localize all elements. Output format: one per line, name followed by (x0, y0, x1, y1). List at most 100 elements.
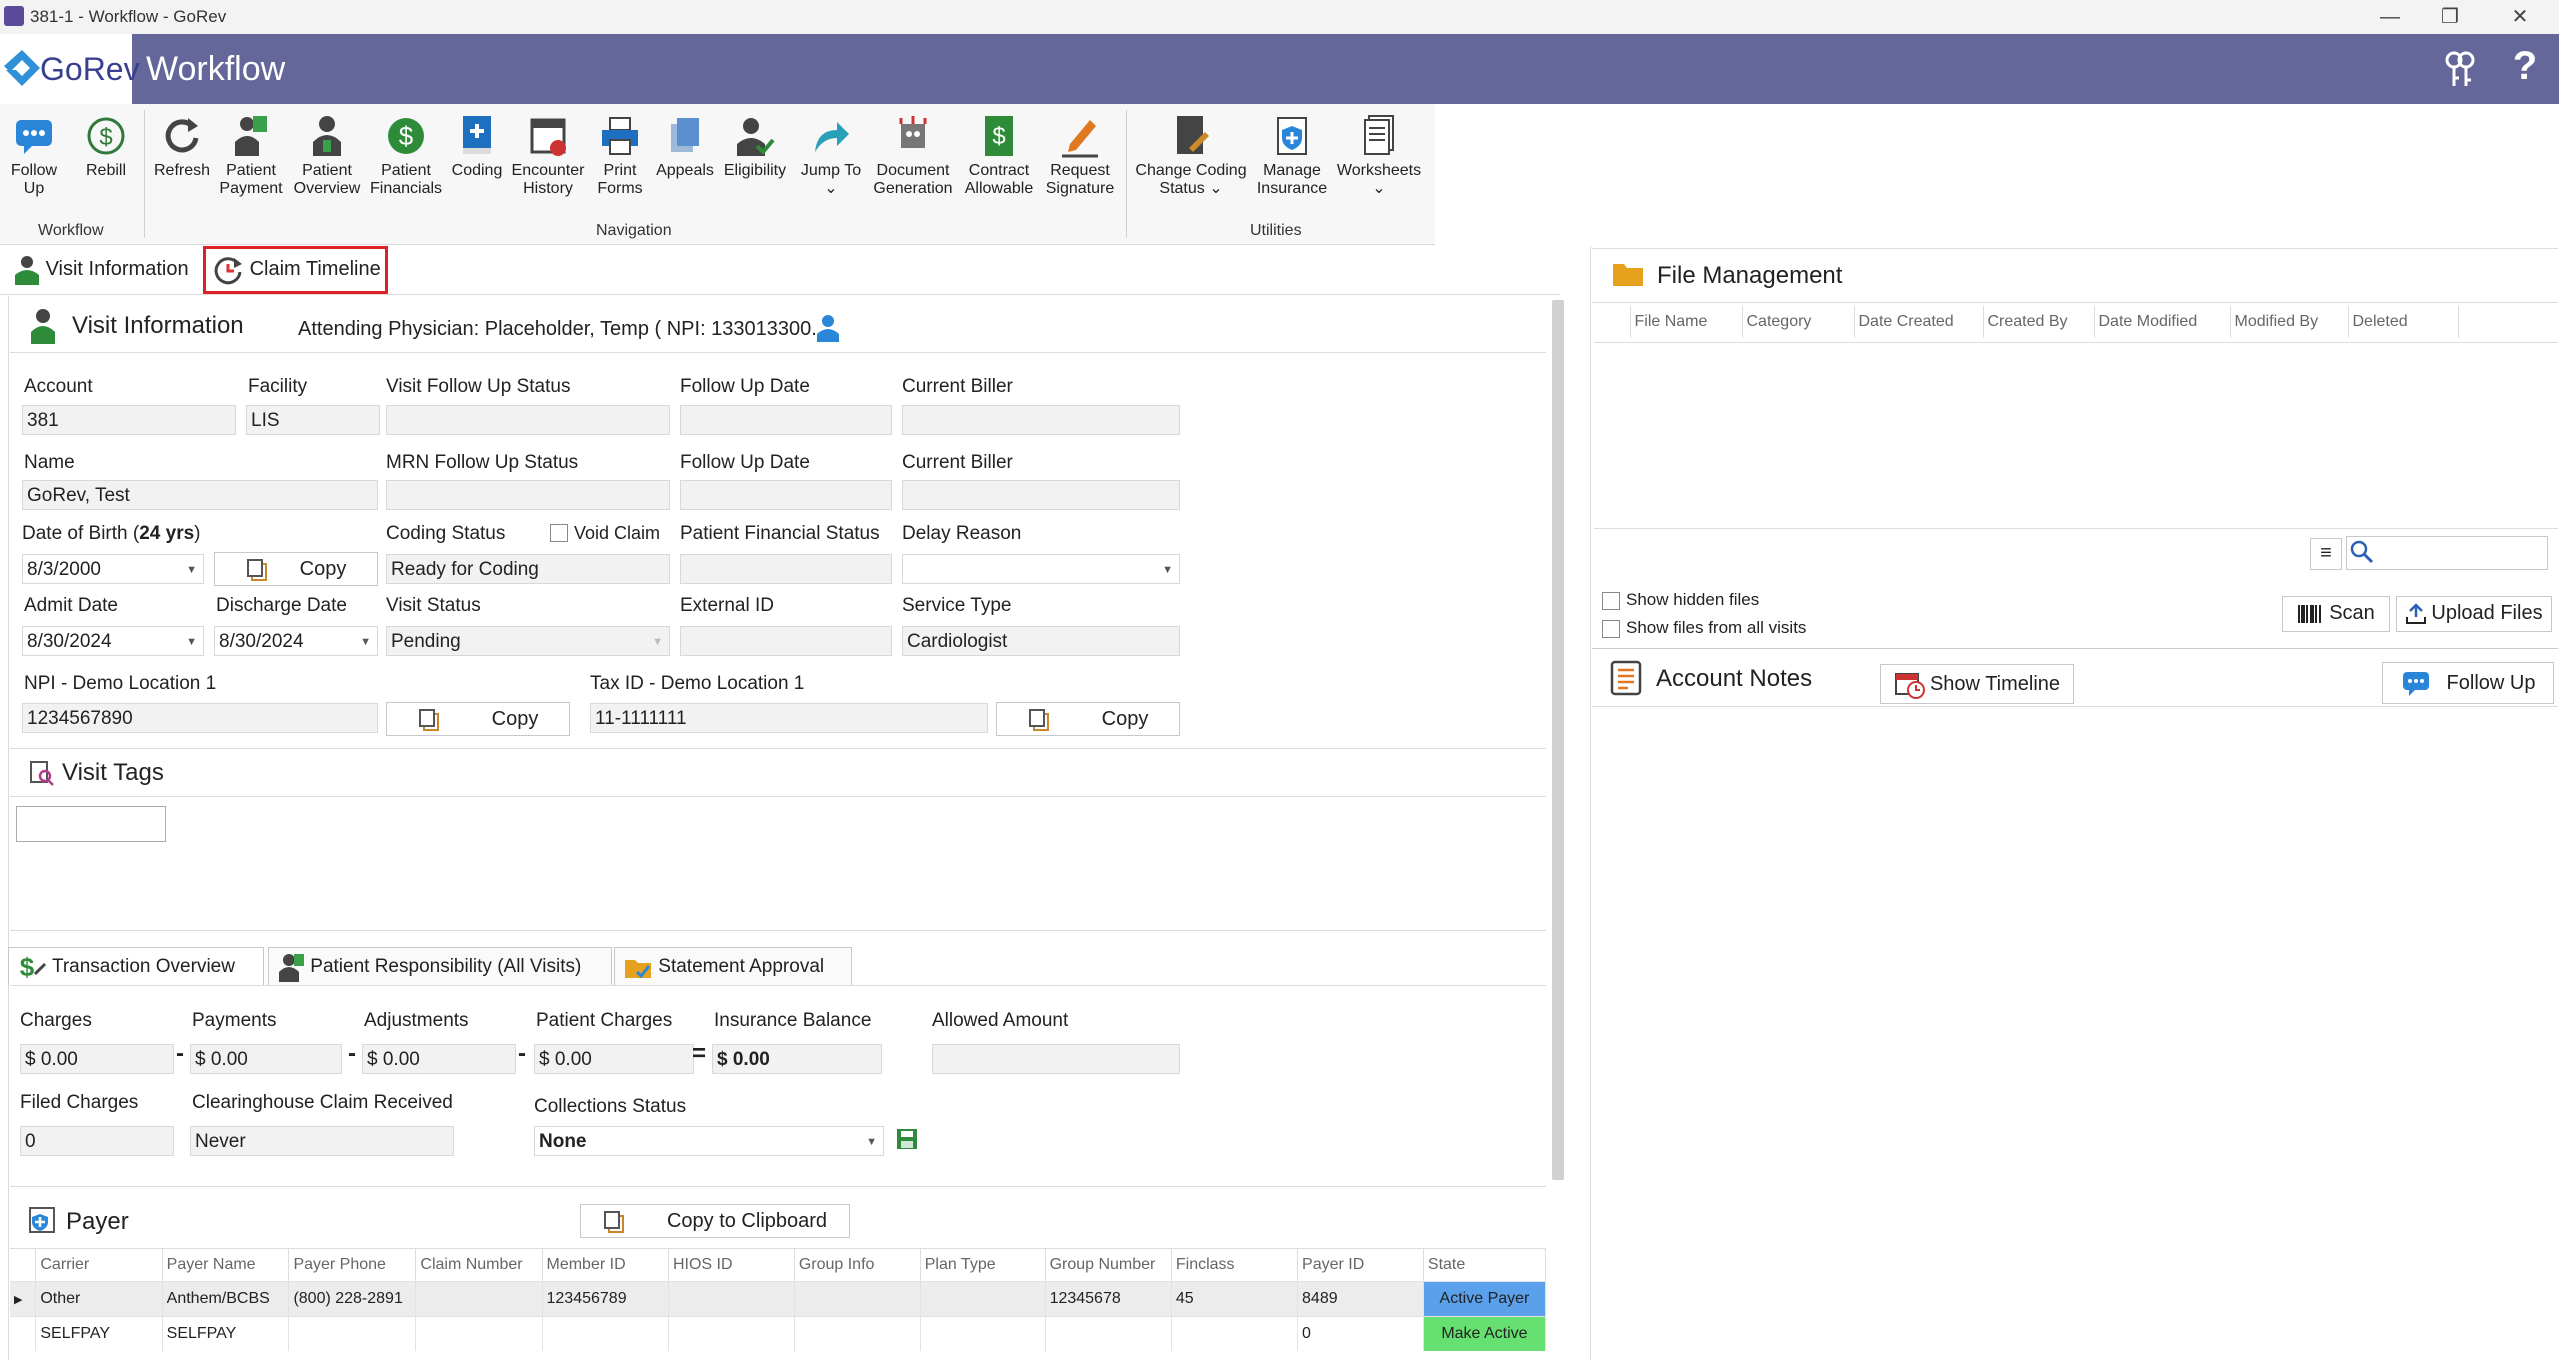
contract-allowable-button[interactable]: $ Contract Allowable (960, 114, 1038, 198)
tax-id-field[interactable]: 11-1111111 (590, 703, 988, 733)
table-row[interactable]: ▶ Other Anthem/BCBS (800) 228-2891 12345… (10, 1281, 1547, 1317)
current-biller-field-2[interactable] (902, 480, 1180, 510)
document-generation-label-2: Generation (873, 180, 953, 197)
restore-button[interactable]: ❐ (2420, 2, 2480, 32)
column-header[interactable]: Payer Phone (288, 1249, 417, 1282)
worksheets-button[interactable]: Worksheets ⌄ (1334, 114, 1424, 198)
refresh-button[interactable]: Refresh (150, 114, 214, 180)
patient-overview-button[interactable]: Patient Overview (290, 114, 364, 198)
file-list-area[interactable] (1594, 344, 2558, 528)
appeals-button[interactable]: Appeals (652, 114, 718, 180)
keys-icon[interactable] (2440, 50, 2480, 90)
npi-field[interactable]: 1234567890 (22, 703, 378, 733)
vertical-scrollbar[interactable] (1552, 300, 1564, 1180)
service-type-field[interactable]: Cardiologist (902, 626, 1180, 656)
active-payer-state[interactable]: Active Payer (1423, 1281, 1547, 1317)
column-header[interactable]: State (1423, 1249, 1547, 1282)
name-field[interactable]: GoRev, Test (22, 480, 378, 510)
dob-field[interactable]: 8/3/2000 ▼ (22, 554, 204, 584)
minimize-button[interactable]: — (2360, 2, 2420, 32)
column-header[interactable]: Member ID (542, 1249, 669, 1282)
patient-financials-button[interactable]: $ Patient Financials (368, 114, 444, 198)
delay-reason-select[interactable]: ▼ (902, 554, 1180, 584)
manage-insurance-button[interactable]: Manage Insurance (1254, 114, 1330, 198)
follow-up-date-field[interactable] (680, 405, 892, 435)
tab-patient-responsibility[interactable]: Patient Responsibility (All Visits) (268, 947, 612, 985)
column-header[interactable]: Finclass (1171, 1249, 1299, 1282)
account-field[interactable]: 381 (22, 405, 236, 435)
show-timeline-button[interactable]: Show Timeline (1880, 664, 2074, 704)
adjustments-field[interactable]: $ 0.00 (362, 1044, 516, 1074)
column-header[interactable]: Modified By (2230, 306, 2349, 338)
copy-npi-button[interactable]: Copy (386, 702, 570, 736)
column-header[interactable]: Date Modified (2094, 306, 2231, 338)
jump-to-button[interactable]: Jump To ⌄ (794, 114, 868, 198)
request-signature-button[interactable]: Request Signature (1040, 114, 1120, 198)
column-header[interactable]: Created By (1983, 306, 2095, 338)
column-header[interactable]: Category (1742, 306, 1855, 338)
admit-date-field[interactable]: 8/30/2024 ▼ (22, 626, 204, 656)
print-forms-button[interactable]: Print Forms (592, 114, 648, 198)
insurance-balance-field[interactable]: $ 0.00 (712, 1044, 882, 1074)
column-header[interactable]: Payer Name (162, 1249, 290, 1282)
discharge-date-field[interactable]: 8/30/2024 ▼ (214, 626, 378, 656)
tab-visit-information[interactable]: Visit Information (14, 252, 189, 292)
follow-up-button[interactable]: Follow Up (4, 114, 64, 198)
visit-follow-up-status-field[interactable] (386, 405, 670, 435)
table-row[interactable]: SELFPAY SELFPAY 0 Make Active (10, 1316, 1547, 1351)
physician-info-icon[interactable] (815, 314, 841, 342)
change-coding-status-button[interactable]: Change Coding Status ⌄ (1132, 114, 1250, 198)
help-icon[interactable]: ? (2505, 44, 2545, 94)
patient-financial-status-field[interactable] (680, 554, 892, 584)
document-generation-button[interactable]: Document Generation (870, 114, 956, 198)
external-id-field[interactable] (680, 626, 892, 656)
save-icon[interactable] (896, 1128, 918, 1150)
scan-button[interactable]: Scan (2282, 596, 2390, 632)
clearinghouse-field[interactable]: Never (190, 1126, 454, 1156)
allowed-amount-field[interactable] (932, 1044, 1180, 1074)
rebill-button[interactable]: $ Rebill (76, 114, 136, 180)
visit-tags-input[interactable] (16, 806, 166, 842)
coding-button[interactable]: Coding (448, 114, 506, 180)
charges-field[interactable]: $ 0.00 (20, 1044, 174, 1074)
copy-tax-id-button[interactable]: Copy (996, 702, 1180, 736)
filed-charges-field[interactable]: 0 (20, 1126, 174, 1156)
tab-transaction-overview[interactable]: $ Transaction Overview (8, 947, 264, 985)
account-notes-list[interactable] (1594, 708, 2558, 1358)
column-header[interactable]: Plan Type (920, 1249, 1046, 1282)
file-search-input[interactable] (2346, 536, 2548, 570)
follow-up-date-field-2[interactable] (680, 480, 892, 510)
copy-to-clipboard-button[interactable]: Copy to Clipboard (580, 1204, 850, 1238)
tab-claim-timeline[interactable]: Claim Timeline (203, 246, 388, 294)
encounter-history-button[interactable]: Encounter History (508, 114, 588, 198)
upload-files-button[interactable]: Upload Files (2396, 596, 2552, 632)
column-header[interactable]: Claim Number (415, 1249, 543, 1282)
column-header[interactable]: Date Created (1854, 306, 1984, 338)
current-biller-field[interactable] (902, 405, 1180, 435)
visit-status-select[interactable]: Pending ▼ (386, 626, 670, 656)
column-header[interactable]: HIOS ID (668, 1249, 795, 1282)
patient-payment-button[interactable]: Patient Payment (218, 114, 284, 198)
close-button[interactable]: ✕ (2490, 2, 2550, 32)
column-header[interactable]: Carrier (35, 1249, 163, 1282)
menu-icon[interactable]: ≡ (2310, 538, 2342, 570)
make-active-button[interactable]: Make Active (1423, 1316, 1547, 1351)
tab-statement-approval[interactable]: Statement Approval (614, 947, 852, 985)
coding-status-field[interactable]: Ready for Coding (386, 554, 670, 584)
column-header[interactable]: File Name (1630, 306, 1743, 338)
void-claim-checkbox[interactable] (550, 524, 568, 542)
column-header[interactable]: Deleted (2348, 306, 2459, 338)
eligibility-button[interactable]: Eligibility (720, 114, 790, 180)
facility-field[interactable]: LIS (246, 405, 380, 435)
follow-up-notes-button[interactable]: Follow Up (2382, 662, 2554, 704)
collections-status-select[interactable]: None ▼ (534, 1126, 884, 1156)
show-hidden-files-checkbox[interactable] (1602, 592, 1620, 610)
column-header[interactable]: Group Number (1045, 1249, 1172, 1282)
show-all-visits-checkbox[interactable] (1602, 620, 1620, 638)
payments-field[interactable]: $ 0.00 (190, 1044, 342, 1074)
mrn-follow-up-status-field[interactable] (386, 480, 670, 510)
column-header[interactable]: Payer ID (1297, 1249, 1424, 1282)
column-header[interactable]: Group Info (794, 1249, 921, 1282)
copy-dob-button[interactable]: Copy (214, 552, 378, 586)
patient-charges-field[interactable]: $ 0.00 (534, 1044, 694, 1074)
